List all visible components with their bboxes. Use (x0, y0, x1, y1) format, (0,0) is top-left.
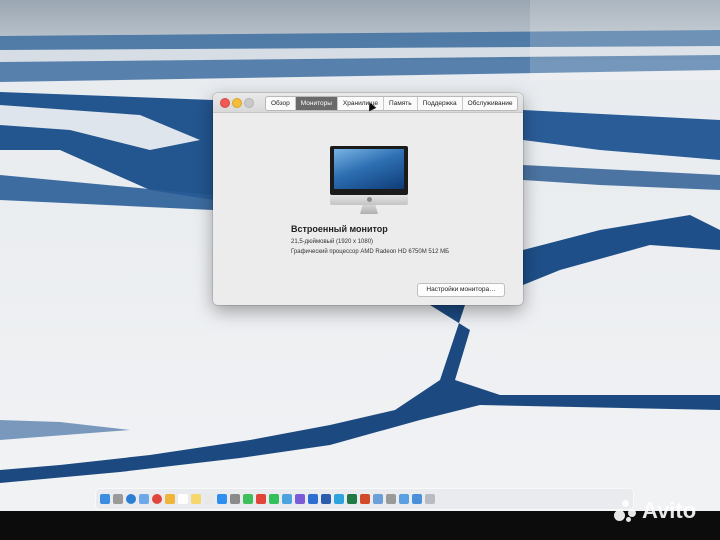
watermark-text: Avito (642, 498, 697, 523)
avito-watermark: Avito (612, 498, 696, 524)
tab-service[interactable]: Обслуживание (461, 97, 518, 110)
telegram-icon[interactable] (334, 494, 344, 504)
word-icon[interactable] (321, 494, 331, 504)
mail-icon[interactable] (139, 494, 149, 504)
app-store-icon[interactable] (217, 494, 227, 504)
chrome-icon[interactable] (152, 494, 162, 504)
yandex-icon[interactable] (256, 494, 266, 504)
viber-icon[interactable] (295, 494, 305, 504)
launchpad-icon[interactable] (113, 494, 123, 504)
graphics-info: Графический процессор AMD Radeon HD 6750… (291, 249, 450, 255)
reminders-icon[interactable] (204, 494, 214, 504)
imac-screen (330, 146, 408, 195)
imac-stand (360, 205, 378, 214)
window-content: Встроенный монитор 21,5-дюймовый (1920 x… (213, 113, 523, 305)
folder-icon[interactable] (399, 494, 409, 504)
display-settings-button[interactable]: Настройки монитора… (417, 283, 505, 297)
about-this-mac-window: Обзор Мониторы Хранилище Память Поддержк… (213, 93, 523, 305)
powerpoint-icon[interactable] (360, 494, 370, 504)
tab-memory[interactable]: Память (383, 97, 417, 110)
tab-overview[interactable]: Обзор (266, 97, 295, 110)
tab-support[interactable]: Поддержка (416, 97, 462, 110)
apple-logo-icon (367, 197, 372, 202)
tab-storage[interactable]: Хранилище (336, 97, 383, 110)
trash-icon[interactable] (425, 494, 435, 504)
tab-displays[interactable]: Мониторы (294, 97, 337, 110)
notes-icon[interactable] (191, 494, 201, 504)
facetime-icon[interactable] (243, 494, 253, 504)
preview-icon[interactable] (373, 494, 383, 504)
whatsapp-icon[interactable] (269, 494, 279, 504)
avito-logo-icon (612, 498, 638, 524)
safari-icon[interactable] (126, 494, 136, 504)
phone-icon[interactable] (282, 494, 292, 504)
printer-icon[interactable] (386, 494, 396, 504)
photos-icon[interactable] (165, 494, 175, 504)
mail-app-icon[interactable] (308, 494, 318, 504)
tab-bar: Обзор Мониторы Хранилище Память Поддержк… (265, 96, 519, 111)
minimize-button[interactable] (232, 98, 242, 108)
settings-icon[interactable] (230, 494, 240, 504)
finder-icon[interactable] (100, 494, 110, 504)
display-title: Встроенный монитор (291, 224, 388, 234)
excel-icon[interactable] (347, 494, 357, 504)
imac-display-icon (330, 146, 408, 214)
imac-wallpaper (334, 149, 404, 189)
zoom-button[interactable] (244, 98, 254, 108)
calendar-icon[interactable] (178, 494, 188, 504)
close-button[interactable] (220, 98, 230, 108)
downloads-icon[interactable] (412, 494, 422, 504)
display-size: 21,5-дюймовый (1920 x 1080) (291, 239, 374, 245)
dock (96, 489, 633, 509)
